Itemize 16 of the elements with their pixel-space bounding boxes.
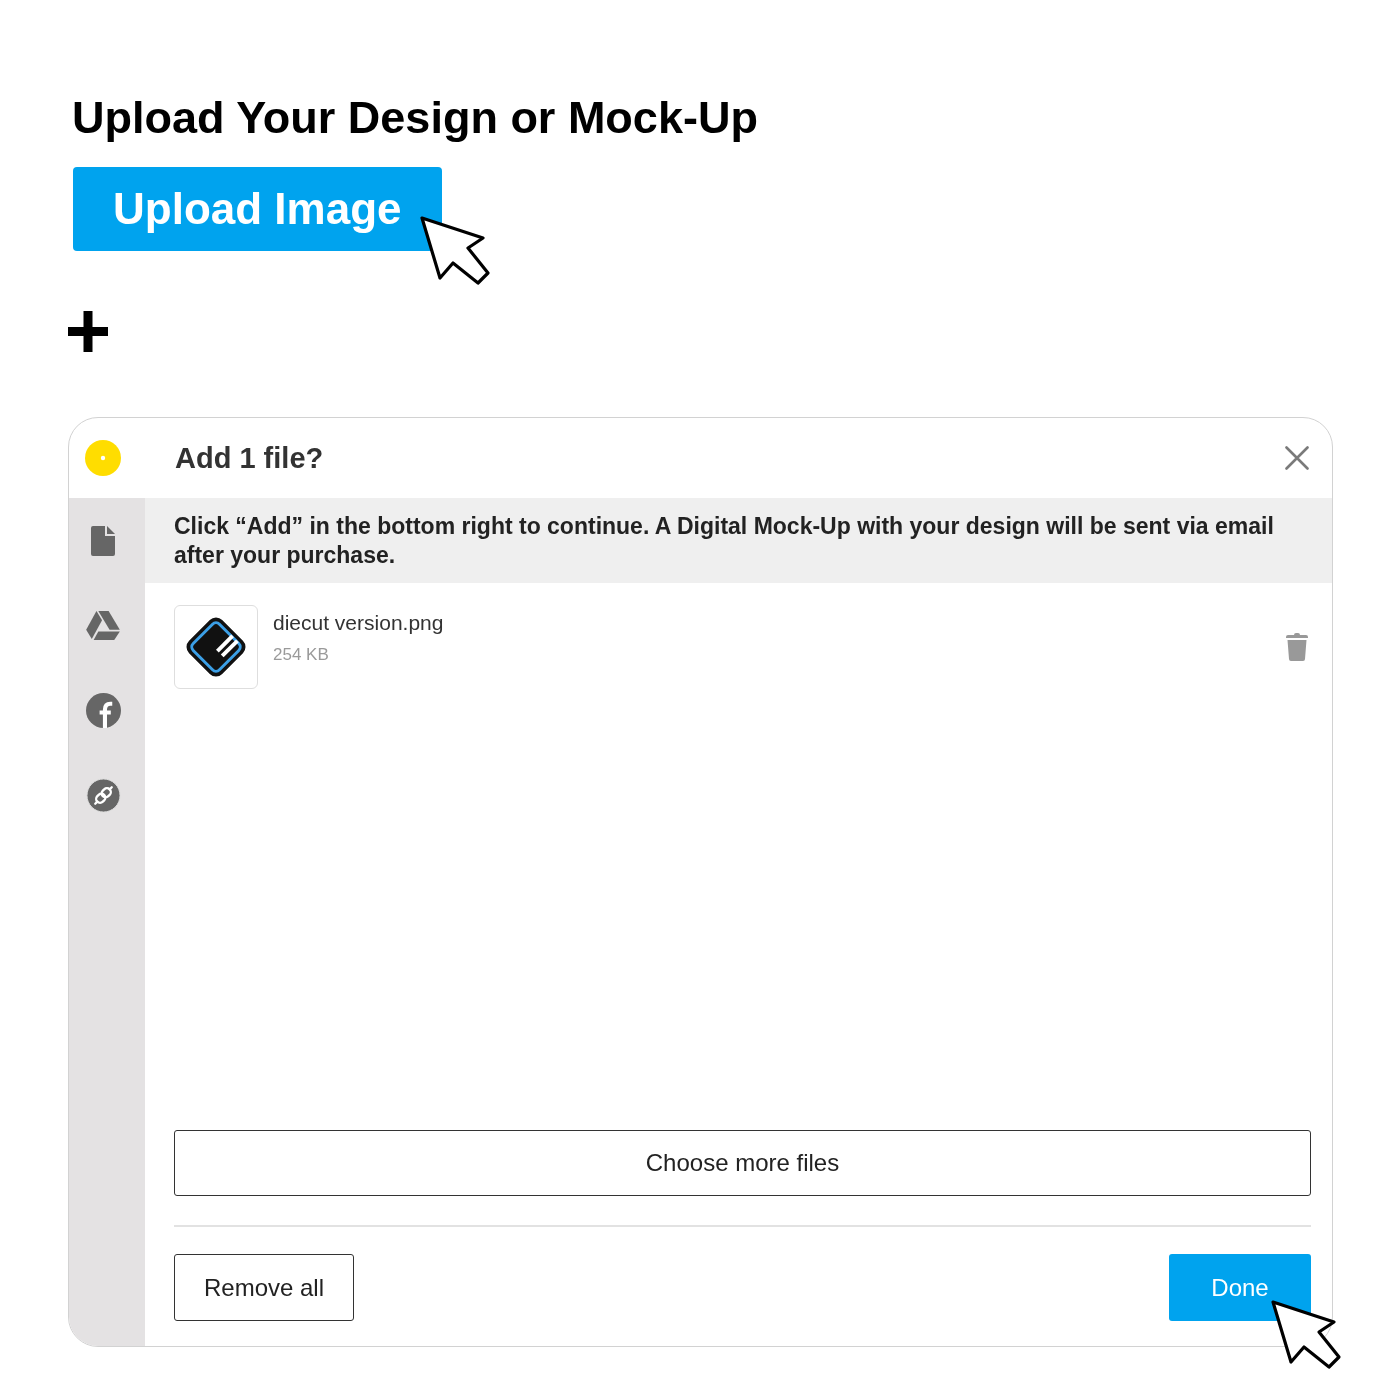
link-icon[interactable] bbox=[85, 778, 121, 813]
remove-all-button[interactable]: Remove all bbox=[174, 1254, 354, 1321]
close-icon[interactable] bbox=[1285, 446, 1309, 470]
trash-icon[interactable] bbox=[1286, 633, 1308, 661]
page-heading: Upload Your Design or Mock-Up bbox=[72, 91, 758, 145]
notice-text: Click “Add” in the bottom right to continue. A Digital Mock-Up with your design will be sent via email after your purchase. bbox=[174, 511, 1275, 570]
triangle-icon[interactable] bbox=[86, 611, 120, 640]
file-name: diecut version.png bbox=[273, 610, 445, 636]
file-size: 254 KB bbox=[273, 644, 330, 666]
plus-icon bbox=[68, 311, 108, 352]
letter-f-icon[interactable] bbox=[85, 693, 121, 728]
file-icon[interactable] bbox=[91, 525, 115, 556]
circle-logo-icon bbox=[84, 440, 121, 476]
dialog-title: Add 1 file? bbox=[175, 441, 325, 475]
choose-more-files-button[interactable]: Choose more files bbox=[174, 1130, 1311, 1196]
cursor-icon bbox=[419, 215, 491, 286]
